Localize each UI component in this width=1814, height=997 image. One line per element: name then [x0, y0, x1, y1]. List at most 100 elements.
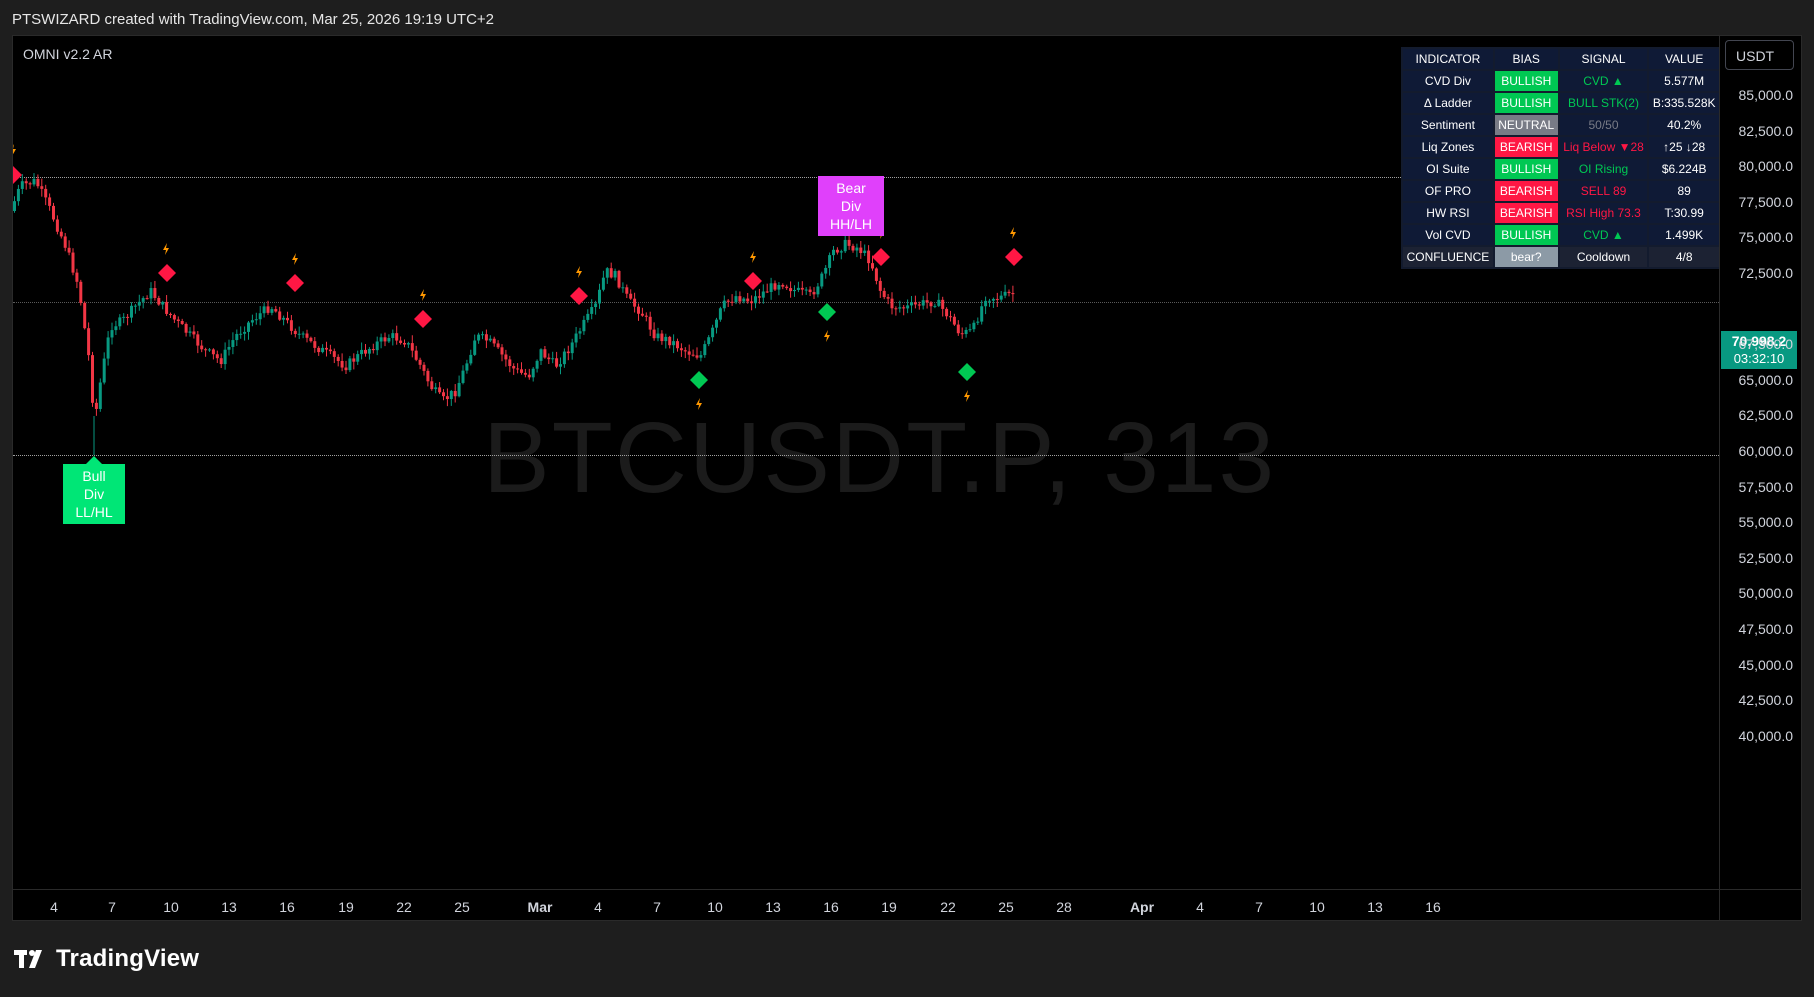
candle-body: [75, 272, 79, 282]
candle-body: [367, 348, 371, 354]
candle-body: [453, 390, 457, 397]
candle-body: [605, 268, 609, 278]
candle-body: [94, 402, 98, 409]
price-tick: 75,000.0: [1738, 229, 1794, 246]
price-tick: 65,000.0: [1738, 371, 1794, 388]
candle-body: [590, 307, 594, 314]
candle-body: [488, 338, 492, 341]
candle-body: [87, 328, 91, 356]
candle-body: [516, 368, 520, 370]
candle-body: [360, 349, 364, 355]
chart-frame: BTCUSDT.P, 313 OMNI v2.2 AR Bull Div LL/…: [12, 35, 1802, 921]
candle-body: [847, 239, 851, 246]
time-tick: 7: [108, 899, 116, 915]
bolt-icon: [420, 289, 426, 301]
candle-body: [484, 334, 488, 341]
confluence-bias: bear?: [1494, 247, 1558, 267]
candle-body: [293, 330, 297, 335]
candle-body: [98, 382, 102, 409]
indicator-name: Liq Zones: [1403, 137, 1493, 157]
candle-body: [703, 344, 707, 356]
candle-body: [796, 287, 800, 290]
candle-body: [828, 255, 832, 268]
candle-body: [773, 283, 777, 290]
candle-body: [835, 249, 839, 253]
price-axis[interactable]: 70,998.2 03:32:10 85,000.0 82,500.0 80,000…: [1719, 36, 1801, 889]
candle-body: [867, 250, 871, 264]
candle-body: [297, 333, 301, 335]
candle-body: [477, 334, 481, 341]
candle-body: [707, 337, 711, 345]
bias-badge: BULLISH: [1494, 225, 1558, 245]
currency-button[interactable]: USDT: [1725, 40, 1794, 70]
candle-body: [192, 331, 196, 335]
candle-body: [328, 349, 332, 352]
candle-body: [925, 300, 929, 303]
bear-div-label: Bear Div HH/LH: [818, 176, 884, 236]
candle-body: [956, 324, 960, 334]
price-tick: 80,000.0: [1738, 158, 1794, 175]
candle-body: [332, 351, 336, 357]
candle-body: [32, 178, 36, 185]
indicator-name: Sentiment: [1403, 115, 1493, 135]
candle-body: [640, 313, 644, 316]
time-tick: 13: [1367, 899, 1383, 915]
candle-body: [562, 351, 566, 365]
candle-body: [734, 296, 738, 303]
candle-body: [410, 343, 414, 351]
sell-signal-marker: [158, 264, 176, 282]
candle-body: [976, 321, 980, 323]
candle-body: [609, 268, 613, 278]
candle-body: [172, 315, 176, 320]
sell-signal-marker: [1005, 248, 1023, 266]
signal-text: RSI High 73.3: [1559, 203, 1648, 223]
time-axis[interactable]: 4 7 10 13 16 19 22 25 Mar 4 7 10 13 16 19 22 25 28 Apr 4 7 10…: [13, 889, 1719, 920]
sell-signal-marker: [570, 287, 588, 305]
indicator-name: Δ Ladder: [1403, 93, 1493, 113]
candle-body: [937, 299, 941, 306]
candle-body: [258, 313, 262, 320]
candle-body: [894, 308, 898, 310]
bolt-icon: [292, 253, 298, 265]
time-tick: 19: [881, 899, 897, 915]
time-tick: 13: [765, 899, 781, 915]
buy-signal-marker: [690, 371, 708, 389]
bolt-icon: [576, 266, 582, 278]
candle-body: [812, 292, 816, 295]
candle-body: [508, 359, 512, 367]
candle-body: [652, 329, 656, 339]
candle-body: [1007, 291, 1011, 294]
candle-body: [13, 201, 16, 211]
signal-text: SELL 89: [1559, 181, 1648, 201]
candle-body: [574, 333, 578, 343]
price-tick: 45,000.0: [1738, 656, 1794, 673]
table-row: CVD Div BULLISH CVD ▲ 5.577M: [1403, 71, 1719, 91]
indicator-label[interactable]: OMNI v2.2 AR: [23, 46, 112, 62]
candle-body: [633, 298, 637, 307]
candle-body: [344, 367, 348, 371]
candle-body: [656, 333, 660, 339]
candle-body: [855, 247, 859, 251]
header-value: VALUE: [1649, 49, 1719, 69]
axis-corner[interactable]: [1719, 889, 1801, 920]
candle-body: [371, 348, 375, 351]
bias-badge: BULLISH: [1494, 71, 1558, 91]
price-plot[interactable]: BTCUSDT.P, 313 OMNI v2.2 AR Bull Div LL/…: [13, 36, 1719, 889]
candle-body: [282, 317, 286, 320]
candle-body: [543, 349, 547, 358]
header-signal: SIGNAL: [1559, 49, 1648, 69]
candle-body: [379, 337, 383, 342]
candle-body: [547, 357, 551, 360]
candle-body: [859, 247, 863, 254]
candle-body: [629, 293, 633, 299]
candle-body: [465, 363, 469, 371]
candle-body: [406, 343, 410, 345]
sell-signal-marker: [414, 310, 432, 328]
candle-body: [500, 347, 504, 355]
candle-body: [578, 331, 582, 334]
bolt-icon: [1010, 227, 1016, 239]
time-tick: 19: [338, 899, 354, 915]
candle-body: [746, 298, 750, 302]
candle-body: [738, 296, 742, 302]
candle-body: [504, 354, 508, 360]
